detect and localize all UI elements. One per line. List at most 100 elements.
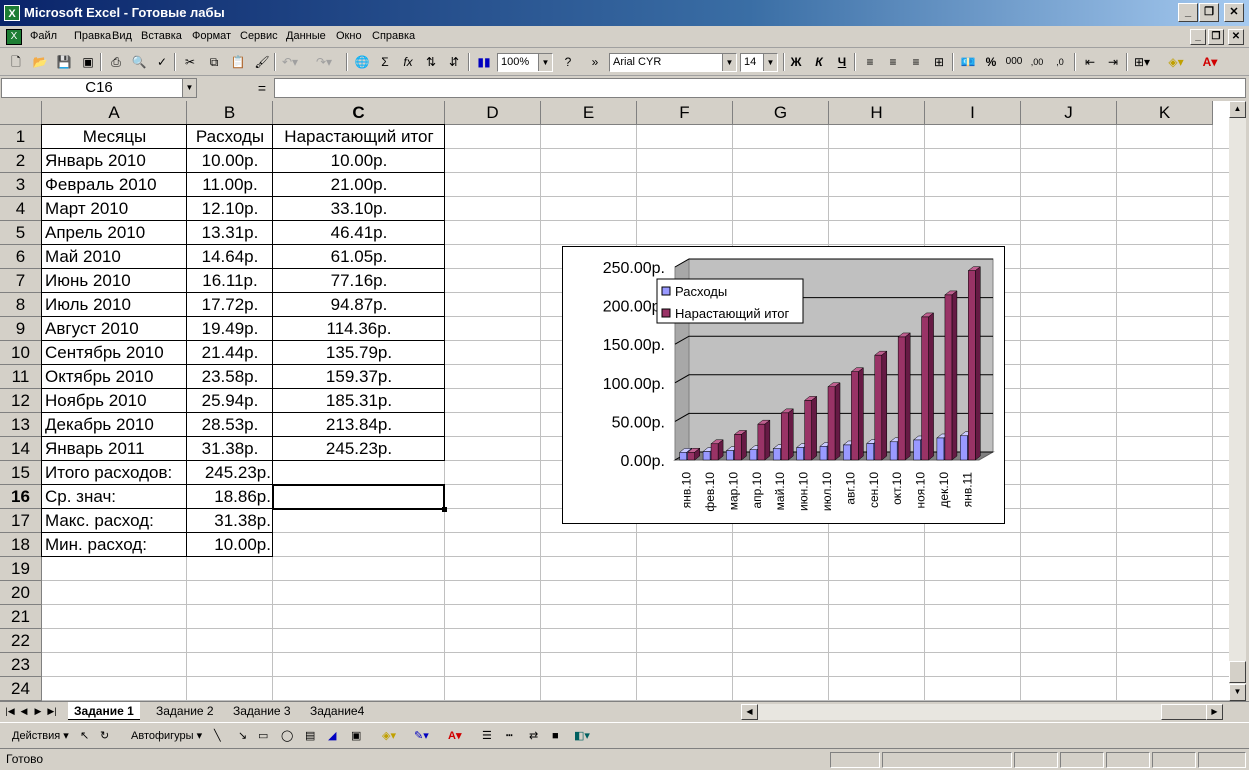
row-header-2[interactable]: 2 [0,149,42,173]
table-cell[interactable]: Июнь 2010 [42,269,187,293]
arrow-icon[interactable]: ↘ [238,727,247,745]
table-cell[interactable]: 14.64р. [187,245,273,269]
table-cell[interactable]: 19.49р. [187,317,273,341]
menu-file[interactable]: Файл [30,30,57,42]
decrease-indent-icon[interactable]: ⇤ [1080,53,1100,71]
row-header-17[interactable]: 17 [0,509,42,533]
menu-insert[interactable]: Вставка [141,30,182,42]
vertical-scroll-thumb[interactable] [1229,661,1246,683]
oval-icon[interactable]: ◯ [281,727,293,745]
tab-zadanie-1[interactable]: Задание 1 [68,702,140,720]
table-cell[interactable]: 185.31р. [273,389,445,413]
table-cell[interactable]: 213.84р. [273,413,445,437]
autoshapes-menu[interactable]: Автофигуры ▾ [131,727,202,745]
decrease-decimal-button[interactable]: ,0 [1050,53,1070,71]
chevron-down-icon[interactable]: ▼ [722,54,736,71]
row-header-21[interactable]: 21 [0,605,42,629]
line-color-icon[interactable]: ✎▾ [414,727,429,745]
menu-edit[interactable]: Правка [74,30,111,42]
row-header-7[interactable]: 7 [0,269,42,293]
function-icon[interactable]: fx [398,53,418,71]
menu-data[interactable]: Данные [286,30,326,42]
row-header-20[interactable]: 20 [0,581,42,605]
column-header-i[interactable]: I [925,101,1021,125]
row-header-16[interactable]: 16 [0,485,42,509]
fill-color-icon[interactable]: ◈▾ [382,727,396,745]
table-cell[interactable]: Январь 2010 [42,149,187,173]
zoom-select[interactable]: 100% ▼ [497,53,553,72]
column-header-b[interactable]: B [187,101,273,125]
spelling-icon[interactable]: ✓ [152,53,172,71]
row-header-22[interactable]: 22 [0,629,42,653]
menu-format[interactable]: Формат [192,30,231,42]
font-color-icon[interactable]: A▾ [448,727,461,745]
row-header-9[interactable]: 9 [0,317,42,341]
row-header-19[interactable]: 19 [0,557,42,581]
table-cell[interactable]: 114.36р. [273,317,445,341]
wordart-icon[interactable]: ◢ [328,727,336,745]
excel-app-icon[interactable]: X [4,5,20,21]
restore-button[interactable]: ❐ [1199,3,1219,22]
autosum-icon[interactable]: Σ [375,53,395,71]
copy-icon[interactable]: ⧉ [204,53,224,71]
doc-minimize-button[interactable]: _ [1190,29,1206,45]
vertical-scrollbar[interactable]: ▲ ▼ [1229,101,1246,701]
merge-center-icon[interactable]: ⊞ [929,53,949,71]
menu-tools[interactable]: Сервис [240,30,278,42]
row-header-3[interactable]: 3 [0,173,42,197]
table-cell[interactable]: Ноябрь 2010 [42,389,187,413]
align-right-icon[interactable]: ≡ [906,53,926,71]
row-header-23[interactable]: 23 [0,653,42,677]
scroll-up-icon[interactable]: ▲ [1229,101,1246,118]
clipart-icon[interactable]: ▣ [351,727,361,745]
row-header-10[interactable]: 10 [0,341,42,365]
print-icon[interactable]: ⎙ [106,53,126,71]
table-cell[interactable]: 11.00р. [187,173,273,197]
summary-value-cell[interactable]: 31.38р. [187,509,273,533]
help-icon[interactable]: ? [558,53,578,71]
table-header-cell[interactable]: Нарастающий итог [273,125,445,149]
scroll-left-icon[interactable]: ◀ [741,704,758,720]
table-cell[interactable]: 16.11р. [187,269,273,293]
scroll-down-icon[interactable]: ▼ [1229,684,1246,701]
table-cell[interactable]: Сентябрь 2010 [42,341,187,365]
arrow-style-icon[interactable]: ⇄ [529,727,538,745]
table-header-cell[interactable]: Расходы [187,125,273,149]
borders-icon[interactable]: ⊞▾ [1132,53,1152,71]
shadow-icon[interactable]: ■ [552,727,559,745]
chevron-down-icon[interactable]: ▼ [538,54,552,71]
column-header-h[interactable]: H [829,101,925,125]
table-cell[interactable]: 10.00р. [273,149,445,173]
line-icon[interactable]: ╲ [214,727,221,745]
close-button[interactable]: ✕ [1224,3,1244,22]
column-header-j[interactable]: J [1021,101,1117,125]
free-rotate-icon[interactable]: ↻ [100,727,109,745]
print-preview-icon[interactable]: 🔍 [129,53,149,71]
table-cell[interactable]: 77.16р. [273,269,445,293]
paste-icon[interactable]: 📋 [228,53,248,71]
table-cell[interactable]: Август 2010 [42,317,187,341]
table-cell[interactable]: Февраль 2010 [42,173,187,197]
select-objects-icon[interactable]: ↖ [80,727,89,745]
summary-label-cell[interactable]: Ср. знач: [42,485,187,509]
format-painter-icon[interactable]: 🖌 [252,53,272,71]
column-header-d[interactable]: D [445,101,541,125]
table-cell[interactable]: 10.00р. [187,149,273,173]
underline-button[interactable]: Ч [832,53,852,71]
row-header-8[interactable]: 8 [0,293,42,317]
chevron-down-icon[interactable]: ▼ [182,79,196,97]
table-cell[interactable]: Июль 2010 [42,293,187,317]
font-size-select[interactable]: 14 ▼ [740,53,778,72]
table-cell[interactable]: 17.72р. [187,293,273,317]
table-cell[interactable]: 23.58р. [187,365,273,389]
table-cell[interactable]: Декабрь 2010 [42,413,187,437]
active-cell-c16[interactable] [272,484,445,510]
table-cell[interactable]: Октябрь 2010 [42,365,187,389]
summary-label-cell[interactable]: Мин. расход: [42,533,187,557]
horizontal-scroll-thumb[interactable] [1161,704,1209,720]
summary-value-cell[interactable]: 18.86р. [187,485,273,509]
italic-button[interactable]: К [809,53,829,71]
table-cell[interactable]: 13.31р. [187,221,273,245]
row-header-1[interactable]: 1 [0,125,42,149]
rectangle-icon[interactable]: ▭ [258,727,268,745]
